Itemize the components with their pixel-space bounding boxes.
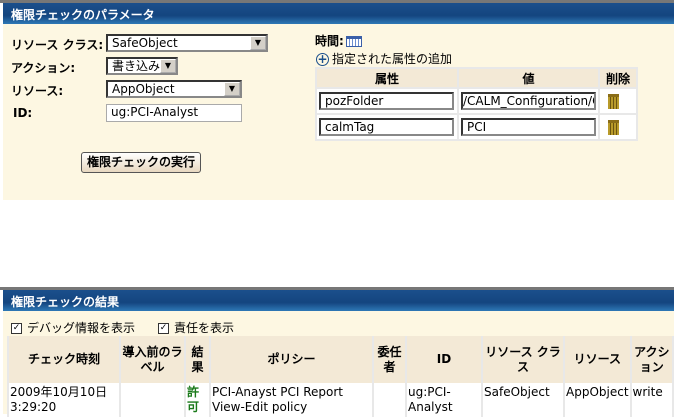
col-delegator: 委任者 — [374, 336, 405, 383]
checkmark-icon: ✓ — [11, 323, 22, 334]
delegator — [374, 383, 405, 417]
col-policy: ポリシー — [211, 336, 372, 383]
col-check-time: チェック時刻 — [9, 336, 119, 383]
trash-icon[interactable] — [608, 120, 619, 135]
col-resource: リソース — [565, 336, 630, 383]
col-action: アクション — [631, 336, 672, 383]
results-table: チェック時刻 導入前のラベル 結果 ポリシー 委任者 ID リソース クラス リ… — [7, 336, 674, 417]
resource: AppObject — [565, 383, 630, 417]
action: write — [631, 383, 672, 417]
attribute-value-input[interactable]: PCI — [461, 118, 596, 136]
attribute-table: 属性値削除 pozFolder/CALM_Configuration/C cal… — [315, 67, 638, 141]
resource-class-select[interactable]: SafeObject ▼ — [106, 34, 268, 52]
result: 許可 — [186, 383, 209, 417]
debug-label: デバッグ情報を表示 — [27, 321, 136, 335]
plus-circle-icon: + — [316, 52, 329, 66]
action-label: アクション: — [11, 61, 76, 75]
add-attribute-text: 指定された属性の追加 — [332, 52, 453, 66]
time-label: 時間: — [315, 32, 362, 49]
calendar-icon[interactable] — [345, 36, 362, 47]
panel-title: 権限チェックの結果 — [3, 290, 674, 311]
debug-checkbox[interactable]: ✓ デバッグ情報を表示 — [11, 319, 135, 336]
add-attribute-link[interactable]: + 指定された属性の追加 — [316, 50, 452, 67]
panel-title: 権限チェックのパラメータ — [3, 3, 674, 24]
value-header: 値 — [459, 69, 598, 87]
check-time: 2009年10月10日 3:29:20 — [9, 383, 119, 417]
resource-class-label: リソース クラス: — [11, 38, 104, 52]
id-input[interactable]: ug:PCI-Analyst — [106, 104, 242, 122]
trash-icon[interactable] — [608, 94, 619, 109]
delete-header: 削除 — [600, 69, 636, 87]
attr-header: 属性 — [317, 69, 457, 87]
id-label: ID: — [13, 106, 33, 120]
chevron-down-icon: ▼ — [224, 82, 240, 96]
resource-select[interactable]: AppObject ▼ — [106, 80, 242, 98]
selected-value: SafeObject — [112, 36, 178, 50]
attribute-row: calmTag PCI — [317, 115, 636, 139]
resource-label: リソース: — [11, 84, 64, 98]
id: ug:PCI-Analyst — [407, 383, 481, 417]
resource-class: SafeObject — [483, 383, 563, 417]
responsibility-label: 責任を表示 — [174, 321, 235, 335]
attribute-name-input[interactable]: pozFolder — [319, 92, 454, 110]
chevron-down-icon: ▼ — [160, 59, 176, 73]
label — [121, 383, 184, 417]
policy: PCI-Anayst PCI Report View-Edit policy — [211, 383, 372, 417]
action-select[interactable]: 書き込み ▼ — [106, 57, 178, 75]
header-row: チェック時刻 導入前のラベル 結果 ポリシー 委任者 ID リソース クラス リ… — [9, 336, 672, 383]
table-row: 2009年10月10日 3:29:20 許可 PCI-Anayst PCI Re… — [9, 383, 672, 417]
attribute-name-input[interactable]: calmTag — [319, 118, 454, 136]
time-label-text: 時間: — [315, 34, 344, 48]
chevron-down-icon: ▼ — [250, 36, 266, 50]
responsibility-checkbox[interactable]: ✓ 責任を表示 — [158, 319, 234, 336]
parameters-panel: 権限チェックのパラメータ リソース クラス: SafeObject ▼ アクション… — [3, 3, 674, 200]
attribute-row: pozFolder/CALM_Configuration/C — [317, 89, 636, 113]
selected-value: 書き込み — [112, 59, 161, 73]
run-check-button[interactable]: 権限チェックの実行 — [81, 152, 201, 173]
col-id: ID — [407, 336, 481, 383]
selected-value: AppObject — [112, 82, 175, 96]
col-result: 結果 — [186, 336, 209, 383]
attribute-value-input[interactable]: /CALM_Configuration/C — [461, 92, 596, 110]
checkmark-icon: ✓ — [158, 323, 169, 334]
col-label: 導入前のラベル — [121, 336, 184, 383]
col-resource-class: リソース クラス — [483, 336, 563, 383]
